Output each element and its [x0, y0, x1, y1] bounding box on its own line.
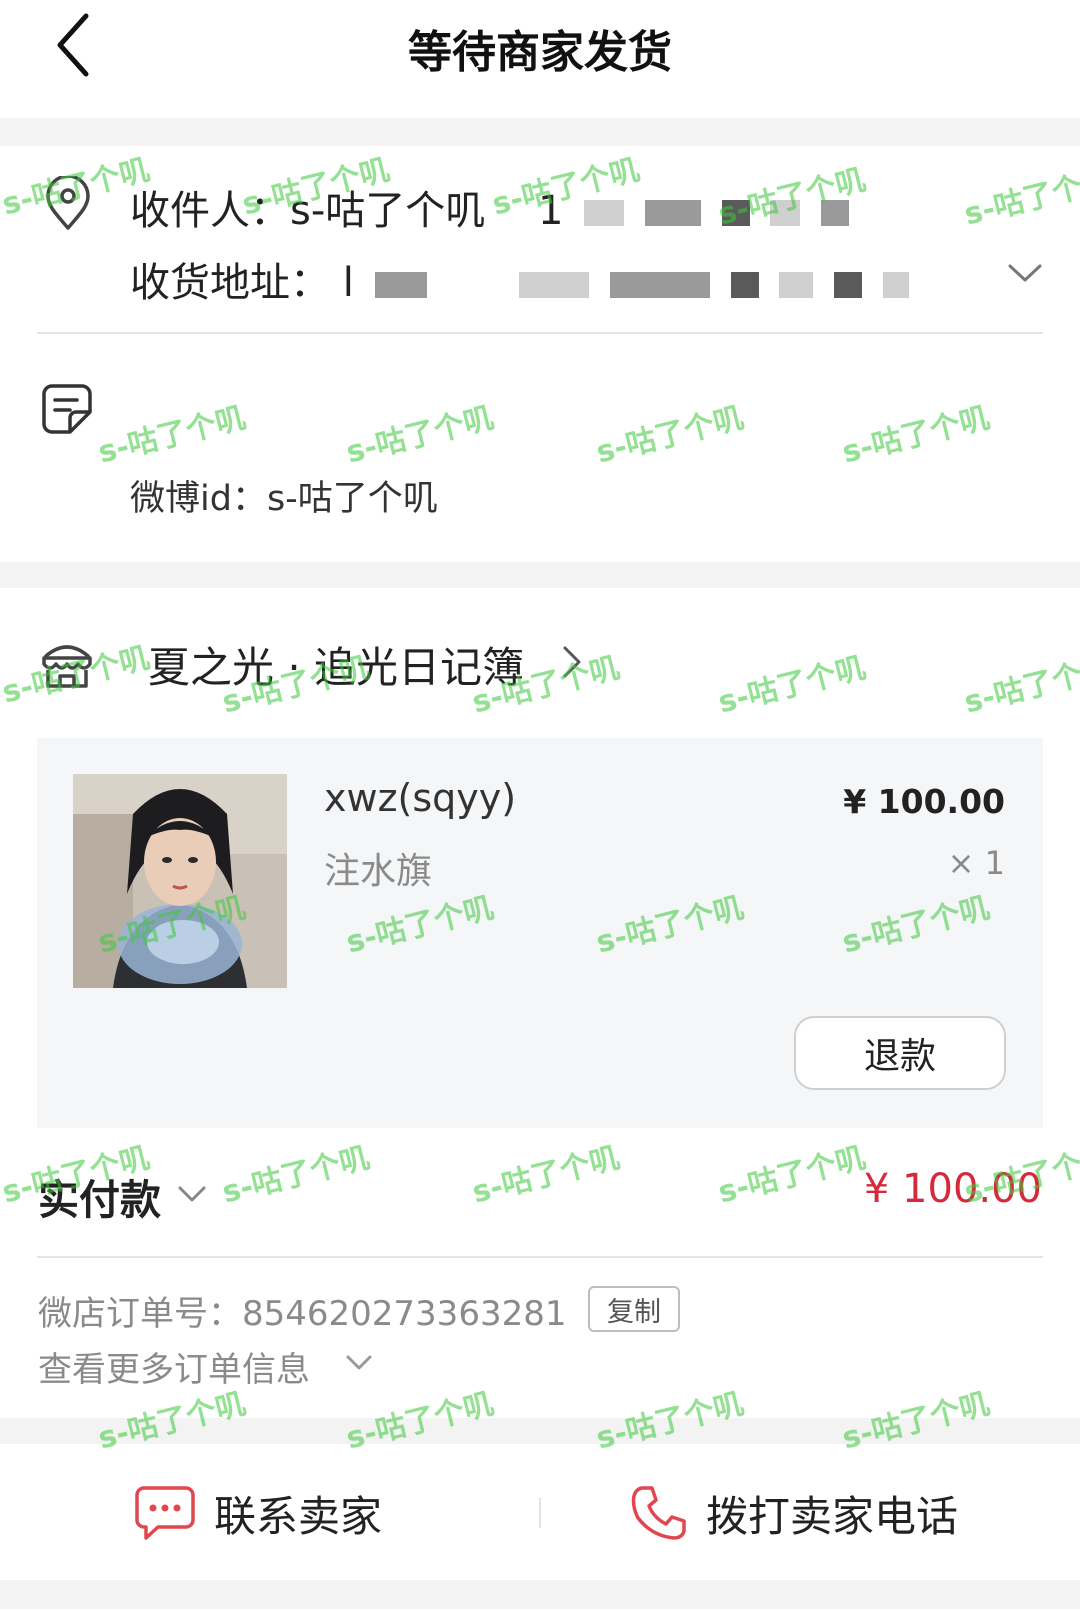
address-row: 收货地址： l: [130, 250, 909, 308]
chevron-down-icon[interactable]: [176, 1182, 208, 1206]
shop-name[interactable]: 夏之光 · 追光日记簿: [148, 634, 524, 695]
paid-amount: ¥ 100.00: [863, 1166, 1042, 1212]
phone-icon: [631, 1486, 686, 1540]
call-seller-button[interactable]: 拨打卖家电话: [630, 1478, 958, 1548]
phone-mask: [821, 200, 850, 226]
address-mask: [374, 272, 427, 298]
chevron-down-icon[interactable]: [1006, 258, 1044, 288]
phone-mask: [584, 200, 625, 226]
contact-seller-label: 联系卖家: [214, 1491, 383, 1541]
address-card[interactable]: 收件人：s-咕了个叽 1 收货地址： l 微博id：s-咕了个叽: [0, 146, 1080, 562]
phone-mask: [721, 200, 750, 226]
address-mask: [779, 272, 814, 298]
address-label: 收货地址：: [130, 260, 330, 306]
recipient-row: 收件人：s-咕了个叽 1: [130, 178, 850, 236]
product-spec: 注水旗: [324, 851, 433, 892]
top-bar: 等待商家发货: [0, 0, 1080, 118]
page-title: 等待商家发货: [408, 27, 672, 78]
buyer-note: 微博id：s-咕了个叽: [130, 479, 438, 519]
bottom-action-bar: 联系卖家 拨打卖家电话: [0, 1444, 1080, 1580]
shop-icon: [42, 645, 92, 688]
order-number: 微店订单号：854620273363281: [38, 1294, 567, 1334]
divider: [539, 1498, 541, 1528]
call-seller-label: 拨打卖家电话: [706, 1491, 959, 1541]
contact-seller-button[interactable]: 联系卖家: [134, 1478, 382, 1548]
address-mask: [610, 272, 710, 298]
paid-amount-label[interactable]: 实付款: [38, 1166, 161, 1226]
address-mask: [519, 272, 590, 298]
recipient-name: 收件人：s-咕了个叽: [130, 188, 486, 234]
phone-mask: [770, 200, 801, 226]
order-item[interactable]: xwz(sqyy) ¥ 100.00 注水旗 × 1 退款: [37, 738, 1043, 1128]
chat-bubble-icon: [135, 1486, 195, 1540]
address-mask: [834, 272, 863, 298]
product-image[interactable]: [73, 774, 287, 988]
divider: [37, 1256, 1043, 1258]
divider: [37, 332, 1043, 334]
address-text: l: [342, 260, 354, 306]
product-name: xwz(sqyy): [324, 776, 517, 820]
copy-button[interactable]: 复制: [588, 1286, 680, 1332]
order-card: 夏之光 · 追光日记簿 xwz(sqyy) ¥ 100.00 注水旗 × 1 退…: [0, 588, 1080, 1418]
recipient-phone: 1: [538, 188, 564, 234]
refund-button[interactable]: 退款: [794, 1016, 1006, 1090]
location-pin-icon: [46, 176, 90, 230]
chevron-right-icon[interactable]: [560, 644, 584, 680]
product-quantity: × 1: [947, 844, 1005, 882]
address-mask: [882, 272, 909, 298]
product-photo: [73, 774, 287, 988]
phone-mask: [644, 200, 701, 226]
more-order-info-link[interactable]: 查看更多订单信息: [38, 1342, 310, 1391]
chevron-down-icon[interactable]: [344, 1352, 374, 1374]
address-mask: [730, 272, 759, 298]
product-price: ¥ 100.00: [843, 782, 1005, 821]
note-icon: [42, 384, 92, 434]
